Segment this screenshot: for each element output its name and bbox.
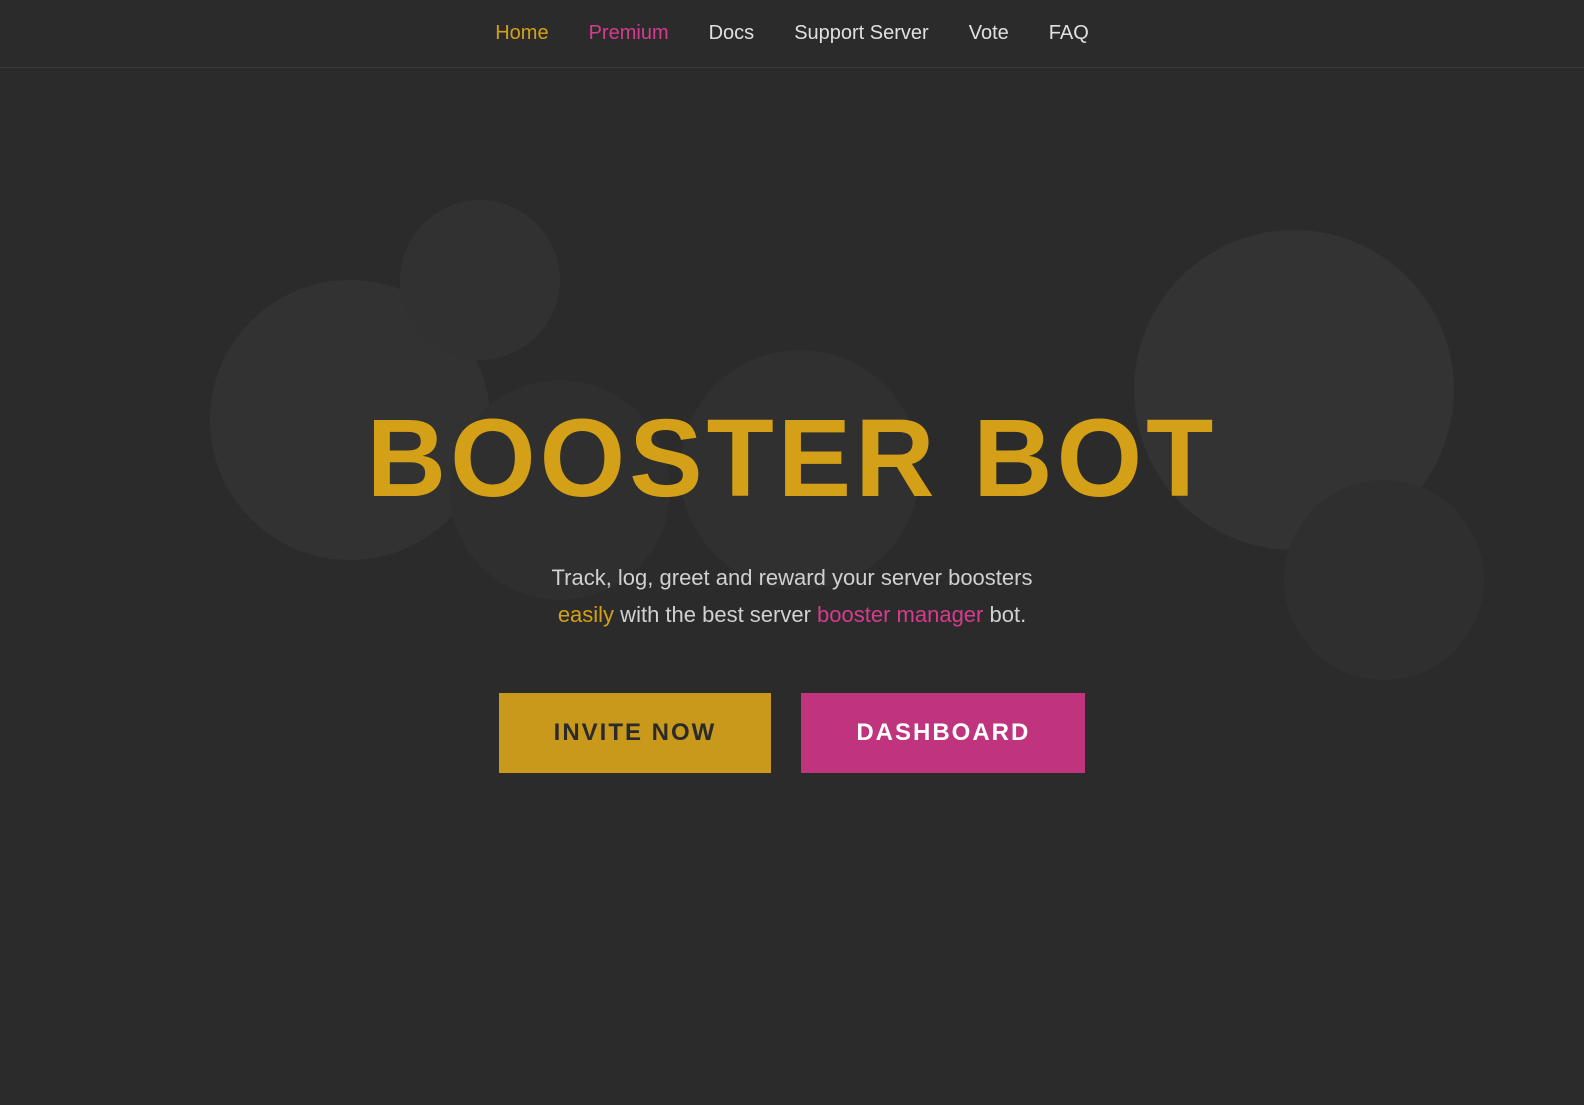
dashboard-button[interactable]: DASHBOARD — [801, 693, 1085, 773]
nav-home[interactable]: Home — [495, 22, 548, 45]
subtitle-text-1: Track, log, greet and reward your server… — [552, 565, 1033, 590]
invite-now-button[interactable]: INVITE NOW — [499, 693, 772, 773]
hero-title: BOOSTER BOT — [367, 398, 1218, 519]
nav-vote[interactable]: Vote — [969, 22, 1009, 45]
main-nav: Home Premium Docs Support Server Vote FA… — [0, 0, 1584, 68]
subtitle-highlight-easily: easily — [558, 602, 614, 627]
subtitle-highlight-booster-manager: booster manager — [817, 602, 983, 627]
nav-premium[interactable]: Premium — [589, 22, 669, 45]
nav-faq[interactable]: FAQ — [1049, 22, 1089, 45]
nav-support-server[interactable]: Support Server — [794, 22, 929, 45]
cta-buttons: INVITE NOW DASHBOARD — [499, 693, 1086, 773]
subtitle-text-2: with the best server — [614, 602, 817, 627]
subtitle-text-3: bot. — [983, 602, 1026, 627]
hero-section: BOOSTER BOT Track, log, greet and reward… — [0, 68, 1584, 1103]
hero-subtitle: Track, log, greet and reward your server… — [532, 559, 1052, 634]
nav-docs[interactable]: Docs — [709, 22, 755, 45]
